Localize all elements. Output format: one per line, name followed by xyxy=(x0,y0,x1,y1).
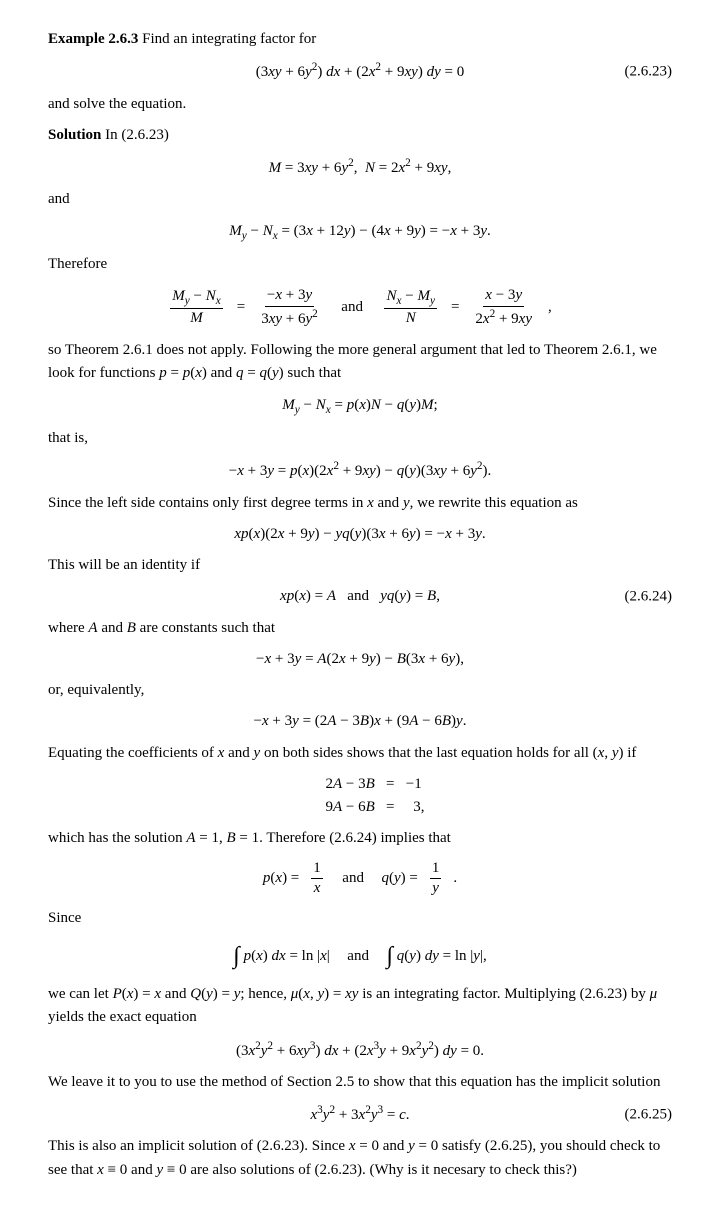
identity-intro-text: This will be an identity if xyxy=(48,554,672,577)
expand-eq-text: −x + 3y = p(x)(2x2 + 9xy) − q(y)(3xy + 6… xyxy=(229,463,492,479)
implicit-sol-text: x3y2 + 3x2y3 = c. xyxy=(310,1107,409,1123)
frac-1-x: 1 x xyxy=(311,859,323,899)
frac-1x-den: x xyxy=(312,879,323,899)
frac-rv-den: 2x2 + 9xy xyxy=(473,307,534,330)
equating-text: Equating the coefficients of x and y on … xyxy=(48,742,672,765)
comma-end: , xyxy=(548,296,552,319)
frac-lv-den: 3xy + 6y2 xyxy=(259,307,320,330)
period-pq: . xyxy=(453,867,457,890)
implicit-sol-eq: x3y2 + 3x2y3 = c. (2.6.25) xyxy=(48,1102,672,1127)
we-can-text: we can let P(x) = x and Q(y) = y; hence,… xyxy=(48,983,672,1030)
frac-1y-num: 1 xyxy=(430,859,442,880)
solution-text: which has the solution A = 1, B = 1. The… xyxy=(48,827,672,850)
and-between-fracs: and xyxy=(334,296,371,319)
eq-2624-label: (2.6.24) xyxy=(625,585,673,608)
ab-eq-text: −x + 3y = A(2x + 9y) − B(3x + 6y), xyxy=(256,651,464,667)
mn-text: M = 3xy + 6y2, N = 2x2 + 9xy, xyxy=(269,160,452,176)
example-label: Example 2.6.3 xyxy=(48,31,138,47)
example-heading: Example 2.6.3 Find an integrating factor… xyxy=(48,28,672,51)
identity-eq-text: xp(x) = A and yq(y) = B, xyxy=(280,588,440,604)
eq-2623-label: (2.6.23) xyxy=(625,60,673,83)
therefore-text: Therefore xyxy=(48,253,672,276)
in-ref: In (2.6.23) xyxy=(105,127,169,143)
integrals-row: ∫ p(x) dx = ln |x| and ∫ q(y) dy = ln |y… xyxy=(48,938,672,975)
leave-text: We leave it to you to use the method of … xyxy=(48,1071,672,1094)
integral-sign-2: ∫ xyxy=(386,943,393,969)
frac-1x-num: 1 xyxy=(311,859,323,880)
identity-eq: xp(x) = A and yq(y) = B, (2.6.24) xyxy=(48,585,672,608)
exact-eq: (3x2y2 + 6xy3) dx + (2x3y + 9x2y2) dy = … xyxy=(48,1038,672,1063)
system-row1: 2A − 3B = −1 xyxy=(295,773,424,796)
system-equations: 2A − 3B = −1 9A − 6B = 3, xyxy=(48,773,672,820)
final-text: This is also an implicit solution of (2.… xyxy=(48,1135,672,1182)
theorem-text: so Theorem 2.6.1 does not apply. Followi… xyxy=(48,339,672,386)
integral-px: ∫ p(x) dx = ln |x| xyxy=(233,938,330,975)
where-text: where A and B are constants such that xyxy=(48,617,672,640)
rewrite-eq: xp(x)(2x + 9y) − yq(y)(3x + 6y) = −x + 3… xyxy=(48,523,672,546)
frac-lv-num: −x + 3y xyxy=(265,286,314,307)
solution-heading: Solution In (2.6.23) xyxy=(48,124,672,147)
frac-left-den: M xyxy=(188,309,205,329)
equals-sign2: = xyxy=(451,296,459,319)
frac-1y-den: y xyxy=(430,879,441,899)
equiv-eq-text: −x + 3y = (2A − 3B)x + (9A − 6B)y. xyxy=(254,713,467,729)
intro-text: Find an integrating factor for xyxy=(142,31,316,47)
eq-2625-label: (2.6.25) xyxy=(625,1103,673,1126)
page: Example 2.6.3 Find an integrating factor… xyxy=(48,28,672,1182)
since2-text: Since xyxy=(48,907,672,930)
frac-1-y: 1 y xyxy=(430,859,442,899)
px-label: p(x) = xyxy=(263,867,299,890)
rewrite-eq-text: xp(x)(2x + 9y) − yq(y)(3x + 6y) = −x + 3… xyxy=(234,526,485,542)
expand-eq: −x + 3y = p(x)(2x2 + 9xy) − q(y)(3xy + 6… xyxy=(48,458,672,483)
my-nx-equation: My − Nx = (3x + 12y) − (4x + 9y) = −x + … xyxy=(48,220,672,245)
frac-left: My − Nx M xyxy=(170,287,222,329)
pq-solution-eq: p(x) = 1 x and q(y) = 1 y . xyxy=(48,859,672,899)
system-row2: 9A − 6B = 3, xyxy=(295,796,424,819)
equals-sign: = xyxy=(237,296,245,319)
my-nx-text: My − Nx = (3x + 12y) − (4x + 9y) = −x + … xyxy=(229,223,491,239)
eq-2623-text: (3xy + 6y2) dx + (2x2 + 9xy) dy = 0 xyxy=(256,64,464,80)
fractions-row: My − Nx M = −x + 3y 3xy + 6y2 and Nx − M… xyxy=(48,286,672,329)
pq-eq-text: My − Nx = p(x)N − q(y)M; xyxy=(282,397,437,413)
frac-rv-num: x − 3y xyxy=(483,286,524,307)
and-connector: and xyxy=(48,188,672,211)
mn-definition: M = 3xy + 6y2, N = 2x2 + 9xy, xyxy=(48,155,672,180)
system: 2A − 3B = −1 9A − 6B = 3, xyxy=(295,773,424,820)
integral-sign-1: ∫ xyxy=(233,943,240,969)
equiv-eq: −x + 3y = (2A − 3B)x + (9A − 6B)y. xyxy=(48,710,672,733)
frac-left-num: My − Nx xyxy=(170,287,222,310)
and-solve-text: and solve the equation. xyxy=(48,93,672,116)
or-equiv-text: or, equivalently, xyxy=(48,679,672,702)
pq-eq: My − Nx = p(x)N − q(y)M; xyxy=(48,394,672,419)
frac-left-val: −x + 3y 3xy + 6y2 xyxy=(259,286,320,329)
ab-eq: −x + 3y = A(2x + 9y) − B(3x + 6y), xyxy=(48,648,672,671)
and-pq: and xyxy=(335,867,372,890)
since-text: Since the left side contains only first … xyxy=(48,492,672,515)
frac-right: Nx − My N xyxy=(384,287,436,329)
exact-eq-text: (3x2y2 + 6xy3) dx + (2x3y + 9x2y2) dy = … xyxy=(236,1043,484,1059)
integral-qy: ∫ q(y) dy = ln |y|, xyxy=(386,938,486,975)
solution-label: Solution xyxy=(48,127,101,143)
frac-right-num: Nx − My xyxy=(384,287,436,310)
that-is-text: that is, xyxy=(48,427,672,450)
frac-right-den: N xyxy=(404,309,418,329)
qy-label: q(y) = xyxy=(381,867,417,890)
equation-2623: (3xy + 6y2) dx + (2x2 + 9xy) dy = 0 (2.6… xyxy=(48,59,672,84)
frac-right-val: x − 3y 2x2 + 9xy xyxy=(473,286,534,329)
and-integrals: and xyxy=(340,945,377,968)
